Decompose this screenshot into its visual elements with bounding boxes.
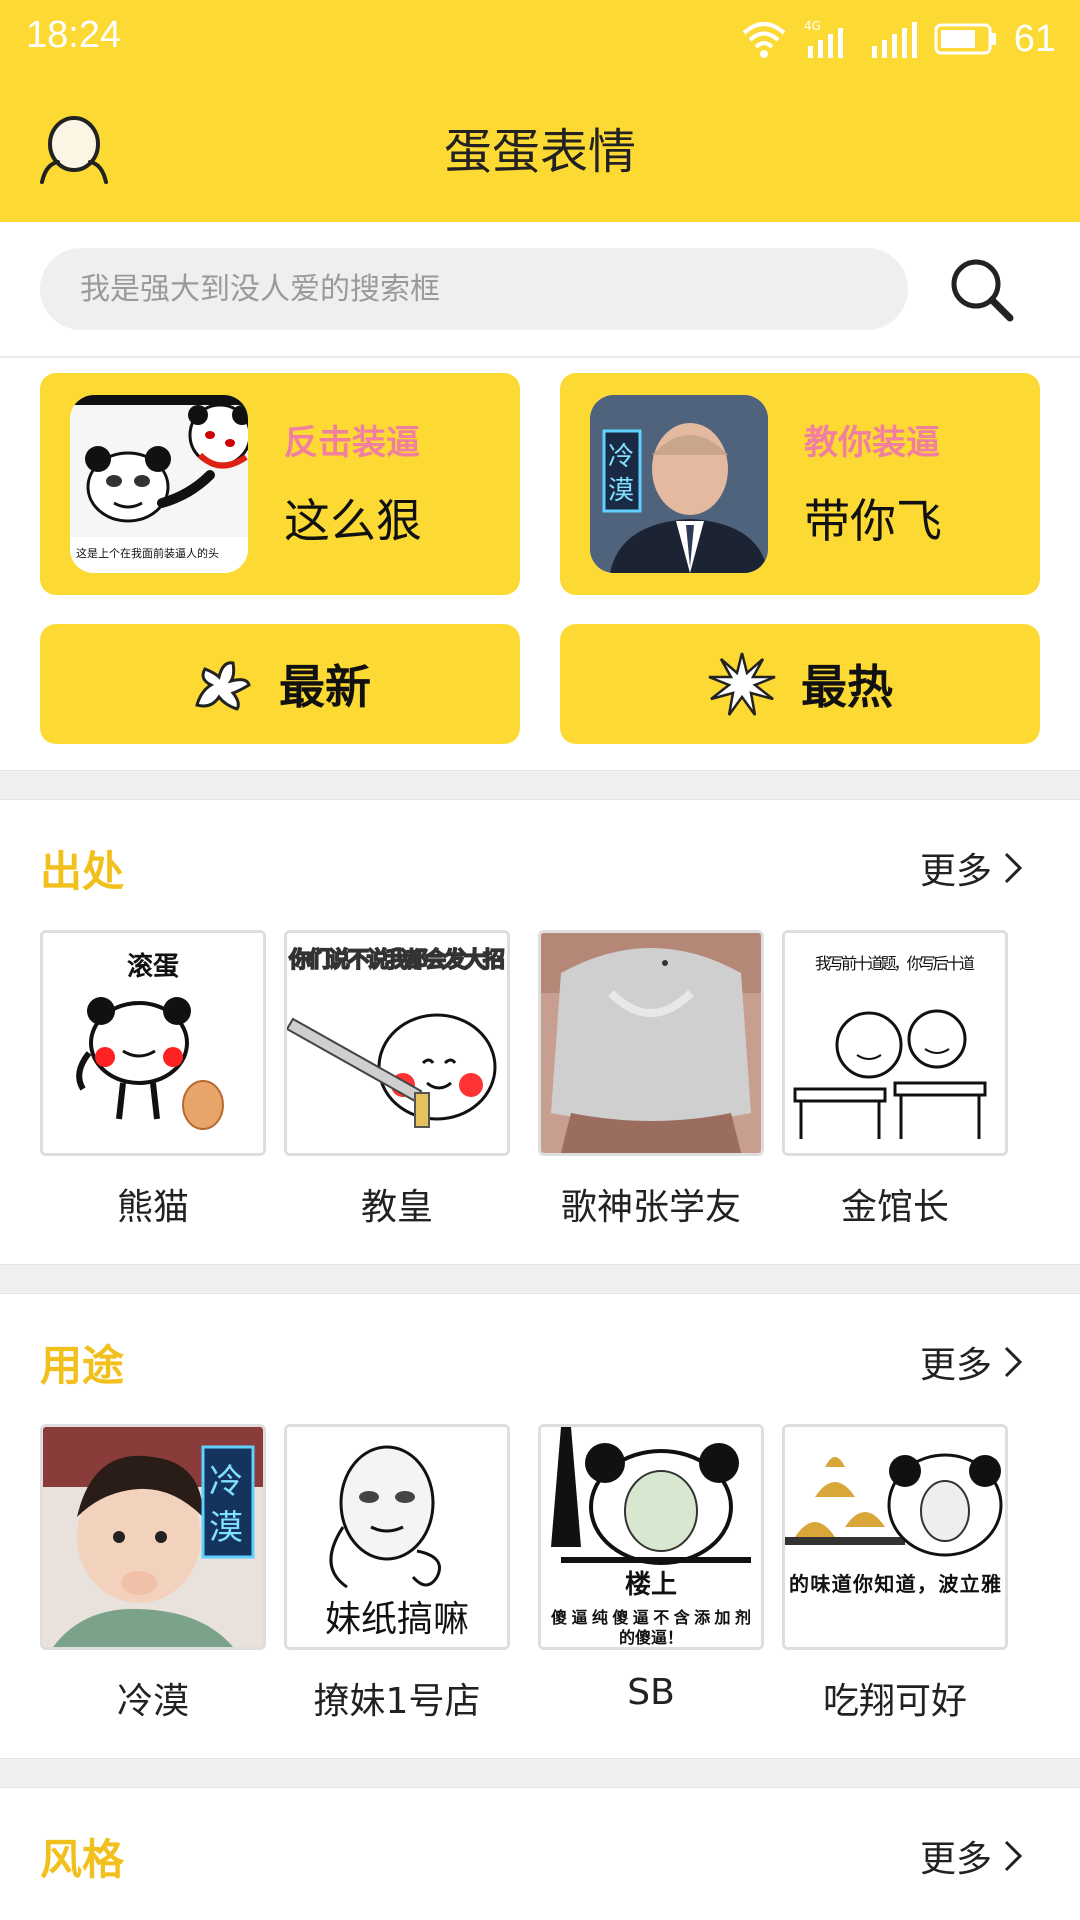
sticker-item[interactable]: 你们说不说我都会发大招 教皇	[284, 930, 510, 1230]
chevron-right-icon	[1004, 1346, 1023, 1378]
battery-level: 61	[1013, 17, 1056, 60]
more-label: 更多	[920, 1345, 993, 1386]
section-divider	[0, 770, 1080, 800]
sticker-caption: 吃翔可好	[822, 1681, 967, 1722]
sticker-caption: 歌神张学友	[560, 1187, 741, 1228]
search-input[interactable]	[40, 248, 908, 330]
svg-text:妹纸搞嘛: 妹纸搞嘛	[325, 1599, 469, 1640]
search-bar	[0, 222, 1080, 358]
status-bar: 18:24 4G 61	[0, 0, 1080, 78]
sticker-item[interactable]: 妹纸搞嘛 撩妹1号店	[284, 1424, 510, 1724]
sticker-image	[538, 930, 764, 1156]
sticker-image: 妹纸搞嘛	[284, 1424, 510, 1650]
sticker-item[interactable]: 滚蛋 熊猫	[40, 930, 266, 1230]
wifi-icon	[742, 22, 786, 58]
burst-icon	[708, 652, 776, 716]
newest-button[interactable]: 最新	[40, 624, 520, 744]
status-icons: 4G 61	[740, 14, 1056, 64]
feature-title: 这么狠	[284, 494, 422, 548]
search-icon[interactable]	[944, 252, 1020, 328]
svg-text:楼上: 楼上	[625, 1570, 677, 1600]
feature-thumb-portrait: 冷 漠	[590, 395, 768, 573]
sticker-item[interactable]: 的味道你知道，波立雅 吃翔可好	[782, 1424, 1008, 1724]
portrait-meme-image: 冷 漠	[590, 395, 768, 573]
more-label: 更多	[920, 1839, 993, 1880]
sticker-caption: 冷漠	[116, 1681, 189, 1722]
sticker-image: 我写前十道题，你写后十道	[782, 930, 1008, 1156]
battery-icon	[934, 23, 996, 55]
feature-title: 带你飞	[804, 494, 942, 548]
section-divider	[0, 1264, 1080, 1294]
panda-meme-image: 这是上个在我面前装逼人的头	[70, 395, 248, 573]
sticker-image: 冷 漠	[40, 1424, 266, 1650]
svg-text:漠: 漠	[608, 476, 634, 506]
more-link-style[interactable]: 更多	[920, 1830, 1026, 1882]
section-title-origin: 出处	[40, 847, 125, 896]
signal-4g-icon: 4G	[804, 19, 843, 58]
feature-tag: 反击装逼	[284, 423, 420, 463]
sticker-item[interactable]: 冷 漠 冷漠	[40, 1424, 266, 1724]
sticker-image: 的味道你知道，波立雅	[782, 1424, 1008, 1650]
chevron-right-icon	[1004, 1840, 1023, 1872]
svg-text:漠: 漠	[209, 1508, 243, 1548]
svg-text:的味道你知道，波立雅: 的味道你知道，波立雅	[789, 1572, 1001, 1596]
feature-tag: 教你装逼	[804, 423, 940, 463]
svg-text:4G: 4G	[804, 19, 821, 33]
more-link-origin[interactable]: 更多	[920, 842, 1026, 894]
sticker-image: 楼上 傻逼纯傻逼不含添加剂 的傻逼！	[538, 1424, 764, 1650]
app-header: 18:24 4G 61 蛋蛋表情	[0, 0, 1080, 222]
more-label: 更多	[920, 851, 993, 892]
more-link-usage[interactable]: 更多	[920, 1336, 1026, 1388]
hottest-button[interactable]: 最热	[560, 624, 1040, 744]
svg-text:你们说不说我都会发大招: 你们说不说我都会发大招	[288, 947, 505, 973]
svg-text:冷: 冷	[608, 442, 634, 472]
status-time: 18:24	[26, 14, 122, 56]
chevron-right-icon	[1004, 852, 1023, 884]
sticker-caption: 撩妹1号店	[313, 1681, 481, 1722]
signal-icon	[871, 22, 917, 58]
hottest-label: 最热	[801, 660, 893, 714]
feature-card-teach[interactable]: 冷 漠 教你装逼 带你飞	[560, 373, 1040, 595]
sticker-caption: 熊猫	[116, 1187, 189, 1228]
sticker-caption: SB	[627, 1672, 675, 1713]
sticker-item[interactable]: 楼上 傻逼纯傻逼不含添加剂 的傻逼！ SB	[538, 1424, 764, 1713]
section-title-usage: 用途	[40, 1341, 125, 1390]
sticker-caption: 教皇	[360, 1187, 433, 1228]
splash-star-icon	[195, 661, 251, 711]
feature-thumb-panda: 这是上个在我面前装逼人的头	[70, 395, 248, 573]
sticker-item[interactable]: 我写前十道题，你写后十道 金馆长	[782, 930, 1008, 1230]
feature-card-counter[interactable]: 这是上个在我面前装逼人的头 反击装逼 这么狠	[40, 373, 520, 595]
sticker-image: 滚蛋	[40, 930, 266, 1156]
svg-text:我写前十道题，你写后十道: 我写前十道题，你写后十道	[815, 954, 975, 973]
svg-text:的傻逼！: 的傻逼！	[619, 1628, 683, 1647]
svg-text:滚蛋: 滚蛋	[127, 951, 179, 982]
sticker-caption: 金馆长	[840, 1187, 949, 1228]
svg-text:冷: 冷	[209, 1462, 243, 1502]
section-divider	[0, 1758, 1080, 1788]
sticker-item[interactable]: 歌神张学友	[538, 930, 764, 1230]
svg-text:这是上个在我面前装逼人的头: 这是上个在我面前装逼人的头	[76, 546, 219, 560]
section-title-style: 风格	[40, 1835, 125, 1884]
newest-label: 最新	[279, 660, 371, 714]
page-title: 蛋蛋表情	[443, 124, 636, 180]
sticker-image: 你们说不说我都会发大招	[284, 930, 510, 1156]
